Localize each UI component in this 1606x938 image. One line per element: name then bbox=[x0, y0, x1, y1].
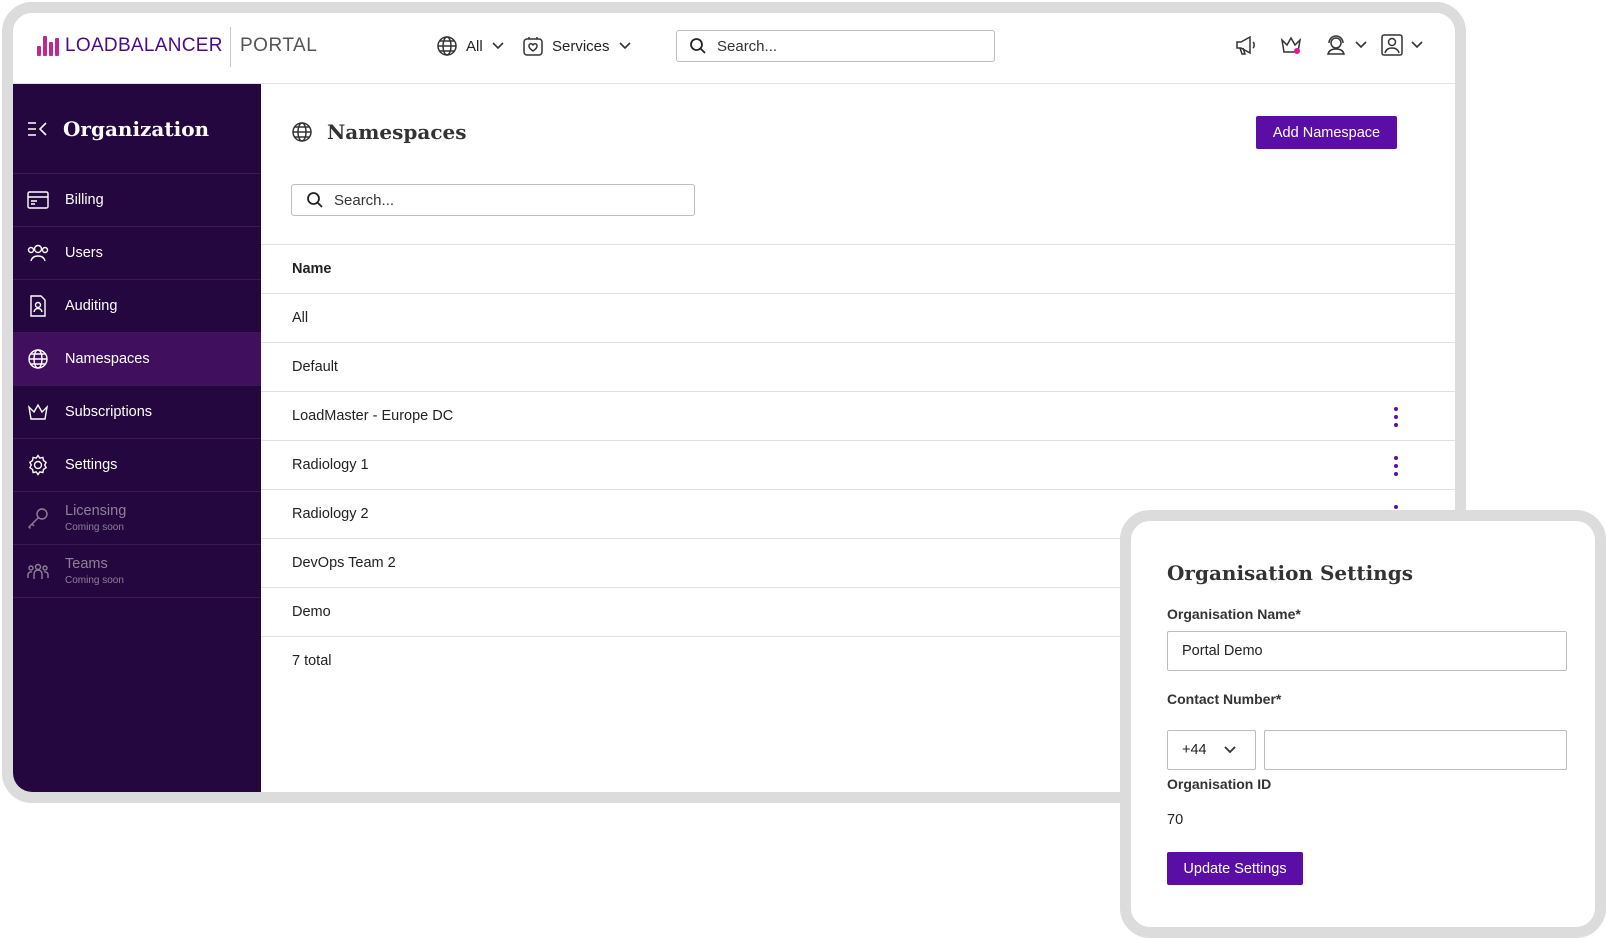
sidebar-item-subscriptions[interactable]: Subscriptions bbox=[13, 386, 261, 439]
services-icon bbox=[523, 37, 543, 56]
logo-mark-icon bbox=[37, 36, 59, 56]
add-namespace-button[interactable]: Add Namespace bbox=[1256, 116, 1397, 149]
sidebar-item-label: Users bbox=[65, 245, 103, 261]
sidebar-item-label: Teams bbox=[65, 556, 108, 572]
users-icon bbox=[27, 244, 49, 262]
organisation-settings-card: Organisation Settings Organisation Name*… bbox=[1120, 510, 1606, 938]
sidebar-item-label: Settings bbox=[65, 457, 118, 473]
sidebar-item-label: Billing bbox=[65, 192, 104, 208]
namespace-name: Radiology 1 bbox=[292, 457, 369, 473]
total-count: 7 total bbox=[292, 653, 332, 669]
global-search-placeholder: Search... bbox=[717, 37, 778, 55]
product-name: PORTAL bbox=[240, 35, 318, 56]
search-icon bbox=[307, 192, 323, 208]
page-title: Namespaces bbox=[327, 120, 467, 144]
namespace-name: Radiology 2 bbox=[292, 506, 369, 522]
support-menu[interactable] bbox=[1324, 34, 1368, 56]
announcements-button[interactable] bbox=[1234, 34, 1258, 56]
account-menu[interactable] bbox=[1380, 34, 1424, 56]
chevron-down-icon bbox=[492, 42, 504, 50]
megaphone-icon bbox=[1236, 35, 1255, 55]
subscriptions-button[interactable] bbox=[1279, 34, 1303, 56]
chevron-down-icon bbox=[618, 42, 631, 50]
global-search-input[interactable]: Search... bbox=[676, 30, 995, 62]
globe-icon bbox=[437, 36, 457, 56]
org-name-field[interactable]: Portal Demo bbox=[1167, 631, 1567, 671]
top-bar: LOADBALANCER PORTAL All Services Search.… bbox=[13, 13, 1455, 84]
account-icon bbox=[1381, 34, 1403, 56]
namespace-name: Default bbox=[292, 359, 338, 375]
namespace-name: All bbox=[292, 310, 309, 326]
globe-icon bbox=[28, 349, 48, 369]
namespace-dropdown[interactable]: All bbox=[436, 35, 505, 57]
auditing-icon bbox=[30, 295, 46, 317]
sidebar-item-label: Namespaces bbox=[65, 351, 150, 367]
org-id-label: Organisation ID bbox=[1167, 776, 1272, 792]
table-row[interactable]: LoadMaster - Europe DC bbox=[261, 391, 1455, 440]
sidebar-item-auditing[interactable]: Auditing bbox=[13, 280, 261, 333]
page-header: Namespaces bbox=[291, 120, 467, 144]
country-code-value: +44 bbox=[1182, 742, 1207, 758]
crown-icon bbox=[27, 403, 49, 420]
row-menu-icon[interactable] bbox=[1386, 455, 1406, 477]
billing-icon bbox=[27, 191, 49, 209]
crown-icon bbox=[1280, 36, 1302, 54]
country-code-select[interactable]: +44 bbox=[1167, 730, 1256, 770]
collapse-sidebar-icon[interactable] bbox=[27, 120, 49, 138]
teams-icon bbox=[27, 563, 49, 579]
org-name-value: Portal Demo bbox=[1182, 643, 1263, 659]
contact-number-label: Contact Number* bbox=[1167, 691, 1282, 707]
logo-text: LOADBALANCER bbox=[65, 35, 223, 56]
sidebar: Organization Billing Users Auditing Name… bbox=[13, 84, 261, 792]
contact-number-field[interactable] bbox=[1264, 730, 1567, 770]
coming-soon-label: Coming soon bbox=[65, 522, 124, 533]
namespace-search-input[interactable]: Search... bbox=[291, 184, 695, 216]
update-settings-button[interactable]: Update Settings bbox=[1167, 852, 1303, 885]
chevron-down-icon bbox=[1355, 41, 1367, 49]
search-icon bbox=[690, 38, 706, 54]
namespace-search-placeholder: Search... bbox=[334, 191, 395, 209]
namespace-name: LoadMaster - Europe DC bbox=[292, 408, 454, 424]
sidebar-item-namespaces[interactable]: Namespaces bbox=[13, 333, 261, 386]
sidebar-item-label: Licensing bbox=[65, 503, 127, 519]
org-id-value: 70 bbox=[1167, 812, 1184, 828]
chevron-down-icon bbox=[1223, 746, 1236, 754]
table-row[interactable]: Radiology 1 bbox=[261, 440, 1455, 489]
sidebar-item-label: Auditing bbox=[65, 298, 118, 314]
sidebar-item-teams: Teams Coming soon bbox=[13, 545, 261, 598]
sidebar-title: Organization bbox=[63, 116, 210, 141]
namespace-name: DevOps Team 2 bbox=[292, 555, 396, 571]
globe-icon bbox=[292, 122, 312, 142]
table-header: Name bbox=[261, 244, 1455, 293]
chevron-down-icon bbox=[1411, 41, 1423, 49]
table-row[interactable]: All bbox=[261, 293, 1455, 342]
logo-divider bbox=[230, 27, 231, 67]
sidebar-header: Organization bbox=[13, 84, 261, 174]
sidebar-item-users[interactable]: Users bbox=[13, 227, 261, 280]
support-icon bbox=[1327, 35, 1345, 55]
key-icon bbox=[28, 508, 48, 529]
gear-icon bbox=[28, 454, 48, 476]
services-dropdown-label: Services bbox=[552, 37, 610, 55]
sidebar-item-settings[interactable]: Settings bbox=[13, 439, 261, 492]
services-dropdown[interactable]: Services bbox=[522, 35, 632, 57]
brand-logo[interactable]: LOADBALANCER bbox=[37, 35, 223, 57]
org-name-label: Organisation Name* bbox=[1167, 606, 1301, 622]
card-title: Organisation Settings bbox=[1167, 561, 1413, 585]
column-header-name[interactable]: Name bbox=[292, 261, 332, 277]
namespace-dropdown-label: All bbox=[466, 37, 483, 55]
sidebar-item-licensing: Licensing Coming soon bbox=[13, 492, 261, 545]
sidebar-item-billing[interactable]: Billing bbox=[13, 174, 261, 227]
coming-soon-label: Coming soon bbox=[65, 575, 124, 586]
namespace-name: Demo bbox=[292, 604, 331, 620]
table-row[interactable]: Default bbox=[261, 342, 1455, 391]
row-menu-icon[interactable] bbox=[1386, 406, 1406, 428]
sidebar-item-label: Subscriptions bbox=[65, 404, 153, 420]
